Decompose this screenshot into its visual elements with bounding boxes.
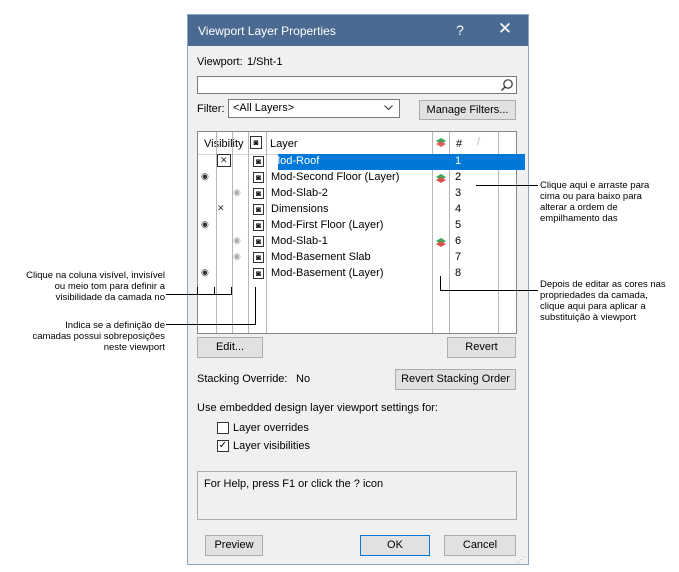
stacking-number[interactable]: 5 xyxy=(455,219,461,231)
stacking-note: Clique aqui e arraste para cima ou para b… xyxy=(540,180,650,224)
layer-type-icon: ◙ xyxy=(253,204,264,215)
eye-icon[interactable]: ◉ xyxy=(233,251,241,262)
stacking-number[interactable]: 6 xyxy=(455,235,461,247)
revert-stacking-order-button[interactable]: Revert Stacking Order xyxy=(395,369,516,390)
layer-type-icon: ◙ xyxy=(253,252,264,263)
filter-select[interactable]: <All Layers> xyxy=(228,99,400,118)
eye-icon[interactable]: ◉ xyxy=(201,219,209,230)
stack-column-icon xyxy=(436,138,446,147)
title-bar: Viewport Layer Properties ? ✕ xyxy=(188,15,528,46)
edit-button[interactable]: Edit... xyxy=(197,337,263,358)
layer-name: Mod-Roof xyxy=(271,155,320,167)
layer-table: Visibility ◙ Layer # / ✕ ◙ Mod-Roof 1 ◉ ◙ Mod-… xyxy=(197,131,525,334)
eye-icon[interactable]: ◉ xyxy=(233,187,241,198)
ok-button[interactable]: OK xyxy=(360,535,430,556)
help-text-box: For Help, press F1 or click the ? icon xyxy=(197,471,517,520)
help-button[interactable]: ? xyxy=(450,22,470,38)
visibility-column-header[interactable]: Visibility xyxy=(204,138,244,150)
stacking-number[interactable]: 2 xyxy=(455,171,461,183)
stacking-override-value: No xyxy=(296,373,311,385)
layer-type-icon: ◙ xyxy=(253,236,264,247)
eye-icon[interactable]: ◉ xyxy=(233,235,241,246)
layer-name: Mod-Second Floor (Layer) xyxy=(271,171,400,183)
layer-visibilities-label: Layer visibilities xyxy=(233,440,311,452)
layer-overrides-label: Layer overrides xyxy=(233,422,309,434)
filter-label: Filter: xyxy=(197,103,225,115)
override-color-note: Depois de editar as cores nas propriedade… xyxy=(540,279,666,323)
layer-overrides-checkbox[interactable] xyxy=(217,422,229,434)
layer-type-icon: ◙ xyxy=(253,268,264,279)
callout-line xyxy=(214,287,215,294)
search-input[interactable] xyxy=(197,76,517,94)
eye-icon[interactable]: ◉ xyxy=(201,171,209,182)
viewport-value: 1/Sht-1 xyxy=(247,56,283,68)
override-stack-icon[interactable] xyxy=(435,173,446,184)
layer-name: Mod-First Floor (Layer) xyxy=(271,219,384,231)
layer-type-icon: ◙ xyxy=(253,156,264,167)
override-indicator-note: Indica se a definição de camadas possui s… xyxy=(32,320,165,353)
resize-grip-icon[interactable]: ⋰ xyxy=(517,555,525,564)
layer-type-icon: ◙ xyxy=(253,172,264,183)
layer-row[interactable]: ✕ ◙ Dimensions 4 xyxy=(198,202,516,218)
callout-line xyxy=(166,324,256,325)
layer-row[interactable]: ◉ ◙ Mod-Basement (Layer) 8 xyxy=(198,266,516,282)
layer-name: Mod-Basement Slab xyxy=(271,251,371,263)
layer-type-icon: ◙ xyxy=(253,188,264,199)
callout-line xyxy=(166,294,232,295)
callout-line xyxy=(440,290,538,291)
layer-row[interactable]: ◉ ◙ Mod-Second Floor (Layer) 2 xyxy=(198,170,516,186)
eye-icon[interactable]: ◉ xyxy=(201,267,209,278)
help-text: For Help, press F1 or click the ? icon xyxy=(204,478,384,490)
invisible-icon[interactable]: ✕ xyxy=(217,154,231,167)
dialog-title: Viewport Layer Properties xyxy=(198,24,336,38)
callout-line xyxy=(255,287,256,325)
layer-visibilities-checkbox[interactable]: ✓ xyxy=(217,440,229,452)
viewport-label: Viewport: xyxy=(197,56,243,68)
layer-name: Mod-Basement (Layer) xyxy=(271,267,384,279)
chevron-down-icon xyxy=(384,105,393,111)
layer-row[interactable]: ◉ ◙ Mod-Basement Slab 7 xyxy=(198,250,516,266)
layer-name: Mod-Slab-1 xyxy=(271,235,328,247)
stacking-number[interactable]: 4 xyxy=(455,203,461,215)
stacking-number[interactable]: 3 xyxy=(455,187,461,199)
layer-row[interactable]: ◉ ◙ Mod-Slab-2 3 xyxy=(198,186,516,202)
invisible-icon[interactable]: ✕ xyxy=(217,203,225,214)
layer-row[interactable]: ◉ ◙ Mod-Slab-1 6 xyxy=(198,234,516,250)
stacking-number[interactable]: 7 xyxy=(455,251,461,263)
callout-line xyxy=(231,287,232,295)
embedded-settings-label: Use embedded design layer viewport setti… xyxy=(197,402,438,414)
close-button[interactable]: ✕ xyxy=(493,19,517,39)
manage-filters-button[interactable]: Manage Filters... xyxy=(419,100,516,120)
stacking-number[interactable]: 8 xyxy=(455,267,461,279)
visibility-note: Clique na coluna visível, invisível ou me… xyxy=(26,270,165,303)
layer-type-icon: ◙ xyxy=(253,220,264,231)
callout-line xyxy=(440,276,441,290)
layer-name: Mod-Slab-2 xyxy=(271,187,328,199)
layer-column-header[interactable]: Layer xyxy=(270,138,298,150)
table-header: Visibility ◙ Layer # / xyxy=(198,132,516,155)
search-icon[interactable] xyxy=(500,78,514,92)
stacking-number[interactable]: 1 xyxy=(455,155,461,167)
stacking-override-label: Stacking Override: xyxy=(197,373,288,385)
callout-line xyxy=(197,287,198,294)
layer-row[interactable]: ◉ ◙ Mod-First Floor (Layer) 5 xyxy=(198,218,516,234)
preview-button[interactable]: Preview xyxy=(205,535,263,556)
callout-line xyxy=(476,185,538,186)
filter-value: <All Layers> xyxy=(233,102,295,114)
number-column-header[interactable]: # xyxy=(456,138,462,150)
cancel-button[interactable]: Cancel xyxy=(444,535,516,556)
override-stack-icon[interactable] xyxy=(435,237,446,248)
override-column-icon: ◙ xyxy=(250,136,262,149)
layer-row[interactable]: ✕ ◙ Mod-Roof 1 xyxy=(198,154,525,170)
revert-button[interactable]: Revert xyxy=(447,337,516,358)
layer-name: Dimensions xyxy=(271,203,329,215)
sort-divider-icon: / xyxy=(477,136,481,148)
